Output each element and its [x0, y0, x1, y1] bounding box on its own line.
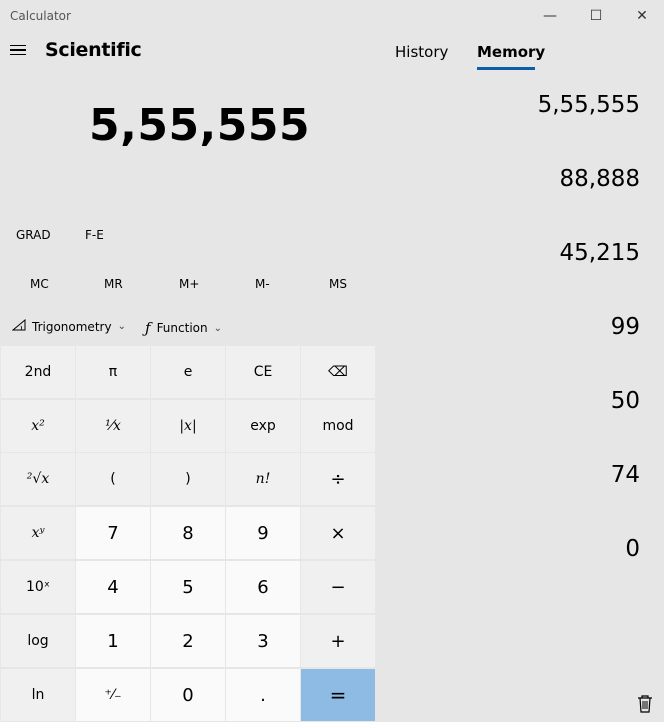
memory-item[interactable]: 88,888	[560, 166, 640, 192]
digit-0-button[interactable]: 0	[151, 669, 225, 721]
function-toolbar: Trigonometry ⌄ ƒ Function ⌄	[0, 309, 376, 345]
multiply-button[interactable]: ×	[301, 507, 375, 559]
decimal-button[interactable]: .	[226, 669, 300, 721]
power-button[interactable]: xʸ	[1, 507, 75, 559]
memory-item[interactable]: 5,55,555	[538, 92, 640, 118]
active-tab-indicator	[477, 67, 535, 70]
fe-button[interactable]: F-E	[85, 228, 104, 242]
square-root-button[interactable]: ²√x	[1, 453, 75, 505]
angle-mode-button[interactable]: GRAD	[16, 228, 51, 242]
digit-3-button[interactable]: 3	[226, 615, 300, 667]
absolute-button[interactable]: |x|	[151, 400, 225, 452]
chevron-down-icon: ⌄	[117, 321, 126, 332]
square-button[interactable]: x²	[1, 400, 75, 452]
equals-button[interactable]: =	[301, 669, 375, 721]
memory-item[interactable]: 74	[611, 462, 640, 488]
trash-icon[interactable]	[636, 694, 654, 714]
close-paren-button[interactable]: )	[151, 453, 225, 505]
close-button[interactable]: ✕	[619, 0, 664, 32]
digit-7-button[interactable]: 7	[76, 507, 150, 559]
app-title: Calculator	[10, 9, 71, 23]
maximize-button[interactable]: ☐	[573, 0, 619, 32]
title-bar: Calculator — ☐ ✕	[0, 0, 664, 32]
tab-memory[interactable]: Memory	[477, 43, 545, 61]
trigonometry-dropdown[interactable]: Trigonometry ⌄	[11, 318, 126, 334]
memory-panel: 5,55,555 88,888 45,215 99 50 74 0	[376, 84, 664, 684]
factorial-button[interactable]: n!	[226, 453, 300, 505]
function-dropdown[interactable]: ƒ Function ⌄	[145, 319, 222, 337]
digit-6-button[interactable]: 6	[226, 561, 300, 613]
second-button[interactable]: 2nd	[1, 346, 75, 398]
digit-2-button[interactable]: 2	[151, 615, 225, 667]
digit-1-button[interactable]: 1	[76, 615, 150, 667]
memory-item[interactable]: 99	[611, 314, 640, 340]
chevron-down-icon: ⌄	[213, 322, 222, 334]
backspace-button[interactable]: ⌫	[301, 346, 375, 398]
header: Scientific History Memory	[0, 32, 664, 72]
tab-history[interactable]: History	[395, 43, 448, 61]
negate-button[interactable]: ⁺⁄₋	[76, 669, 150, 721]
ce-button[interactable]: CE	[226, 346, 300, 398]
mc-button[interactable]: MC	[30, 277, 49, 291]
mod-button[interactable]: mod	[301, 400, 375, 452]
pi-button[interactable]: π	[76, 346, 150, 398]
function-label: Function	[156, 321, 208, 335]
exp-button[interactable]: exp	[226, 400, 300, 452]
digit-4-button[interactable]: 4	[76, 561, 150, 613]
memory-item[interactable]: 45,215	[560, 240, 640, 266]
m-plus-button[interactable]: M+	[179, 277, 199, 291]
digit-9-button[interactable]: 9	[226, 507, 300, 559]
e-button[interactable]: e	[151, 346, 225, 398]
triangle-icon	[11, 318, 26, 334]
memory-item[interactable]: 0	[625, 536, 640, 562]
minimize-button[interactable]: —	[527, 0, 573, 32]
mode-title: Scientific	[45, 39, 142, 61]
function-icon: ƒ	[145, 319, 151, 337]
ten-power-button[interactable]: 10ˣ	[1, 561, 75, 613]
digit-8-button[interactable]: 8	[151, 507, 225, 559]
open-paren-button[interactable]: (	[76, 453, 150, 505]
add-button[interactable]: +	[301, 615, 375, 667]
result-display: 5,55,555	[0, 100, 376, 151]
ms-button[interactable]: MS	[329, 277, 347, 291]
trigonometry-label: Trigonometry	[32, 319, 112, 334]
menu-icon[interactable]	[6, 38, 30, 62]
ln-button[interactable]: ln	[1, 669, 75, 721]
subtract-button[interactable]: −	[301, 561, 375, 613]
reciprocal-button[interactable]: ¹⁄x	[76, 400, 150, 452]
log-button[interactable]: log	[1, 615, 75, 667]
m-minus-button[interactable]: M-	[255, 277, 270, 291]
memory-item[interactable]: 50	[611, 388, 640, 414]
divide-button[interactable]: ÷	[301, 453, 375, 505]
digit-5-button[interactable]: 5	[151, 561, 225, 613]
display-value: 5,55,555	[89, 100, 311, 151]
mr-button[interactable]: MR	[104, 277, 123, 291]
